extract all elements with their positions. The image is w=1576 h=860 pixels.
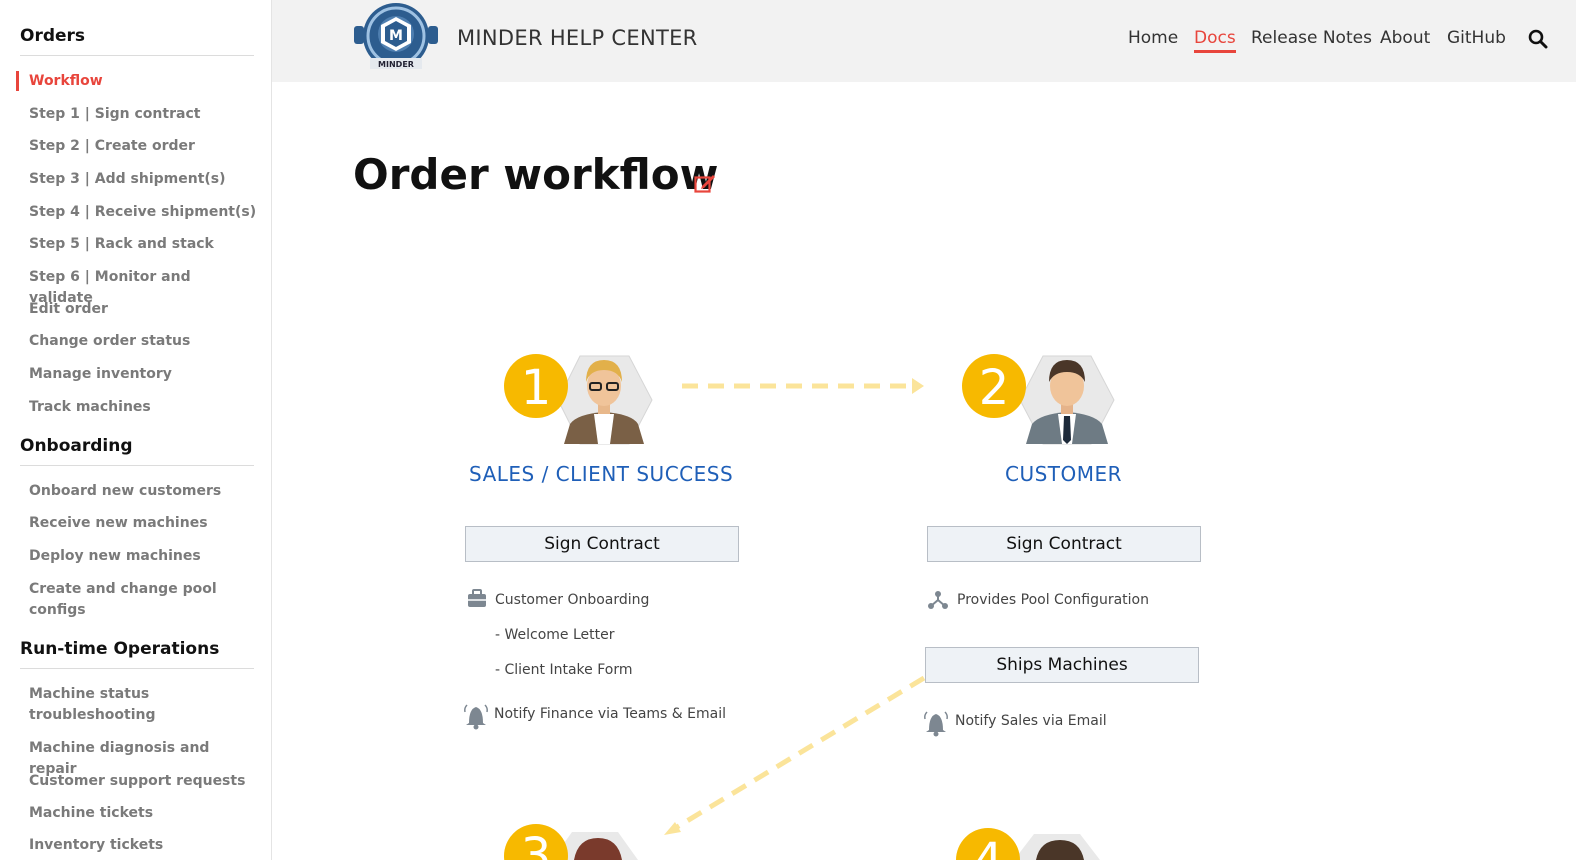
- role-customer: CUSTOMER: [1005, 462, 1123, 486]
- detail-notify-finance: Notify Finance via Teams & Email: [494, 706, 727, 722]
- detail-pool-configuration: Provides Pool Configuration: [957, 592, 1149, 608]
- sales-person-avatar: [557, 355, 653, 445]
- role-sales-client-success: SALES / CLIENT SUCCESS: [469, 462, 734, 486]
- nav-about[interactable]: About: [1380, 28, 1430, 48]
- network-icon: [928, 591, 948, 609]
- nav-release-notes[interactable]: Release Notes: [1251, 28, 1372, 48]
- step-3-number: 3: [521, 828, 552, 860]
- sidebar-item-workflow[interactable]: Workflow: [29, 71, 257, 92]
- detail-customer-onboarding: Customer Onboarding: [495, 592, 650, 608]
- sidebar-item-edit-order[interactable]: Edit order: [29, 299, 257, 320]
- detail-client-intake-form: - Client Intake Form: [495, 662, 633, 678]
- sidebar-item-step-2[interactable]: Step 2 | Create order: [29, 136, 257, 157]
- ships-machines-box: Ships Machines: [925, 647, 1199, 683]
- sidebar-item-status-troubleshooting[interactable]: Machine status troubleshooting: [29, 684, 179, 726]
- sidebar-item-step-4[interactable]: Step 4 | Receive shipment(s): [29, 202, 257, 223]
- bell-icon: [464, 704, 488, 730]
- sidebar-section-onboarding: Onboarding: [20, 436, 254, 466]
- sidebar-section-runtime-ops: Run-time Operations: [20, 639, 254, 669]
- customer-person-avatar: [1019, 355, 1115, 445]
- sidebar-item-deploy-machines[interactable]: Deploy new machines: [29, 546, 257, 567]
- sign-contract-box-sales: Sign Contract: [465, 526, 739, 562]
- svg-text:M: M: [389, 28, 403, 44]
- sidebar-item-change-order-status[interactable]: Change order status: [29, 331, 257, 352]
- sidebar-item-manage-inventory[interactable]: Manage inventory: [29, 364, 257, 385]
- sign-contract-box-customer: Sign Contract: [927, 526, 1201, 562]
- sidebar-item-receive-machines[interactable]: Receive new machines: [29, 513, 257, 534]
- sidebar-item-onboard-customers[interactable]: Onboard new customers: [29, 481, 257, 502]
- step-2-number: 2: [979, 360, 1010, 416]
- sidebar-item-track-machines[interactable]: Track machines: [29, 397, 257, 418]
- step-1-number: 1: [521, 360, 552, 416]
- nav-home[interactable]: Home: [1128, 28, 1178, 48]
- sidebar-item-machine-tickets[interactable]: Machine tickets: [29, 803, 257, 824]
- workflow-diagram: 1 2 3 4: [272, 82, 1576, 860]
- search-icon[interactable]: [1528, 29, 1548, 49]
- sidebar-item-inventory-tickets[interactable]: Inventory tickets: [29, 835, 257, 856]
- diagram-graphics: 1 2 3 4: [464, 354, 1115, 860]
- active-indicator: [16, 71, 19, 91]
- site-title[interactable]: MINDER HELP CENTER: [457, 26, 698, 50]
- bell-icon-2: [924, 711, 948, 737]
- nav-docs[interactable]: Docs: [1194, 28, 1236, 53]
- sidebar: Orders Workflow Step 1 | Sign contract S…: [0, 0, 272, 860]
- sidebar-item-step-3[interactable]: Step 3 | Add shipment(s): [29, 169, 257, 190]
- top-header: M MINDER MINDER HELP CENTER Home Docs Re…: [272, 0, 1576, 82]
- sidebar-item-step-5[interactable]: Step 5 | Rack and stack: [29, 234, 257, 255]
- sidebar-item-step-1[interactable]: Step 1 | Sign contract: [29, 104, 257, 125]
- arrow-head-1: [912, 378, 924, 394]
- sidebar-item-pool-configs[interactable]: Create and change pool configs: [29, 579, 219, 621]
- minder-logo[interactable]: M MINDER: [352, 0, 440, 72]
- briefcase-icon: [468, 589, 486, 607]
- nav-github[interactable]: GitHub: [1447, 28, 1506, 48]
- logo-text: MINDER: [378, 60, 414, 69]
- arrow-2-to-3: [670, 675, 926, 833]
- step-4-number: 4: [973, 833, 1004, 860]
- sidebar-section-orders: Orders: [20, 26, 254, 56]
- sidebar-item-support-requests[interactable]: Customer support requests: [29, 771, 257, 792]
- detail-welcome-letter: - Welcome Letter: [495, 627, 615, 643]
- arrow-head-2: [664, 822, 681, 835]
- detail-notify-sales: Notify Sales via Email: [955, 713, 1107, 729]
